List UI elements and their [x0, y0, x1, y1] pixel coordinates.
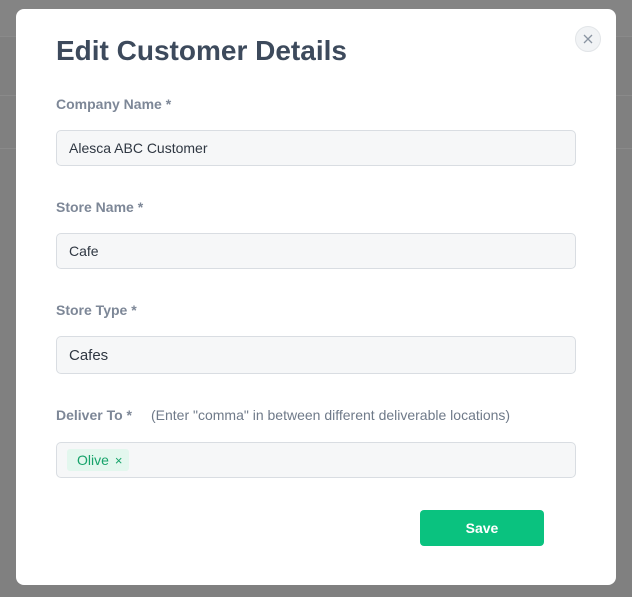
location-tag-label: Olive — [77, 452, 109, 468]
deliver-to-label: Deliver To * — [56, 407, 132, 423]
edit-customer-modal: Edit Customer Details Company Name * Sto… — [16, 9, 616, 585]
deliver-to-hint: (Enter "comma" in between different deli… — [151, 407, 511, 423]
modal-title: Edit Customer Details — [56, 35, 347, 66]
deliver-to-tag-input[interactable]: Olive × — [56, 442, 576, 478]
save-button[interactable]: Save — [420, 510, 544, 546]
close-icon — [583, 34, 593, 44]
company-name-input[interactable] — [56, 130, 576, 166]
close-button[interactable] — [575, 26, 601, 52]
store-name-input[interactable] — [56, 233, 576, 269]
store-type-label: Store Type * — [56, 302, 137, 318]
company-name-label: Company Name * — [56, 96, 172, 112]
store-name-label: Store Name * — [56, 199, 144, 215]
tag-remove-icon[interactable]: × — [115, 454, 123, 467]
store-type-value: Cafes — [69, 346, 109, 364]
store-type-select[interactable]: Cafes — [56, 336, 576, 374]
location-tag: Olive × — [67, 449, 129, 471]
